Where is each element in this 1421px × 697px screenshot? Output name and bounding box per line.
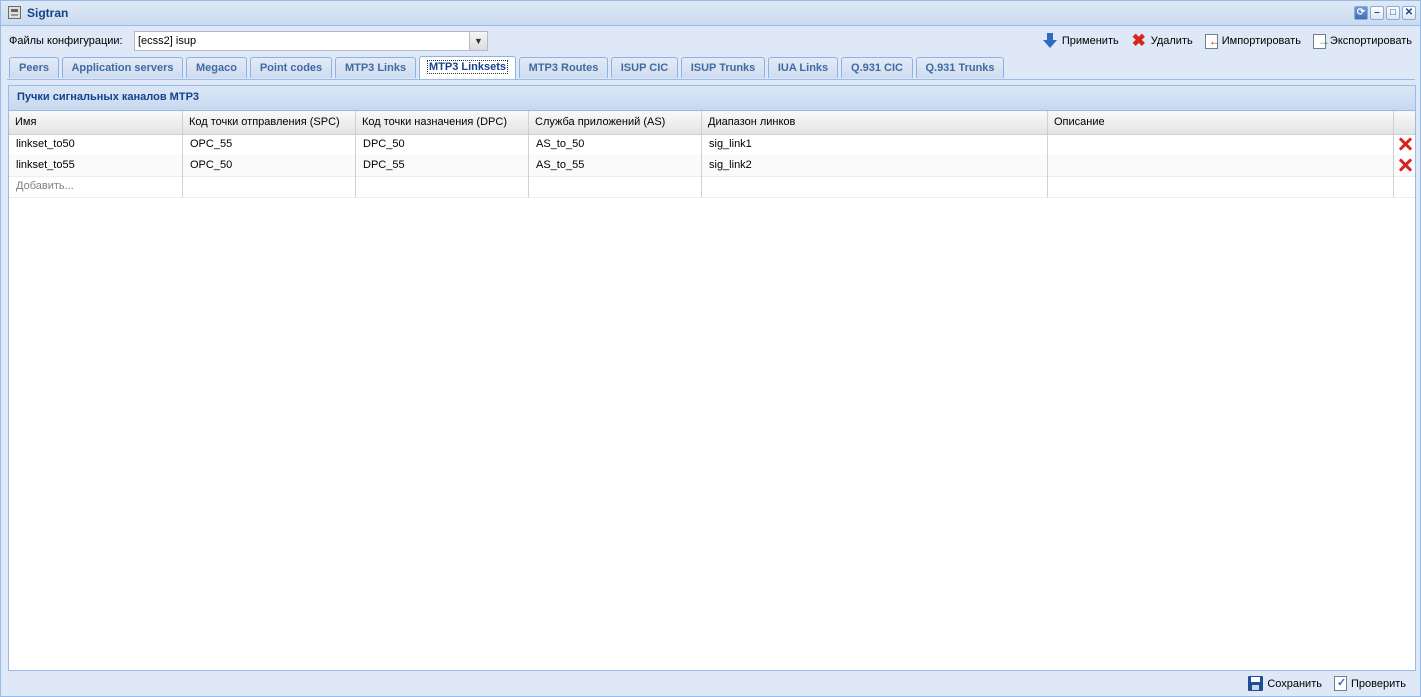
grid-header: Имя Код точки отправления (SPC) Код точк… <box>9 111 1415 135</box>
panel-title: Пучки сигнальных каналов MTP3 <box>17 91 200 103</box>
cell-as[interactable]: AS_to_55 <box>529 155 702 176</box>
cell-name[interactable]: linkset_to50 <box>9 134 183 155</box>
import-label: Импортировать <box>1221 35 1301 47</box>
toolbar-actions: Применить ✖ Удалить Импортировать Экспор… <box>1042 31 1412 50</box>
tab-isup-cic[interactable]: ISUP CIC <box>611 57 678 78</box>
save-button[interactable]: Сохранить <box>1248 676 1322 691</box>
app-icon <box>8 6 21 19</box>
sigtran-window: Sigtran ⟳ – □ ✕ Файлы конфигурации: [ecs… <box>0 0 1421 697</box>
cell-link-range[interactable]: sig_link2 <box>702 155 1048 176</box>
cell-dpc[interactable]: DPC_55 <box>356 155 529 176</box>
footer-toolbar: Сохранить Проверить <box>1 671 1420 696</box>
tab-mtp3-links[interactable]: MTP3 Links <box>335 57 416 78</box>
column-header-description[interactable]: Описание <box>1048 111 1394 134</box>
column-header-link-range[interactable]: Диапазон линков <box>702 111 1048 134</box>
import-icon <box>1204 33 1221 49</box>
cell-spc[interactable]: OPC_55 <box>183 134 356 155</box>
check-label: Проверить <box>1350 677 1406 690</box>
tab-q931-cic[interactable]: Q.931 CIC <box>841 57 913 78</box>
apply-button[interactable]: Применить <box>1042 33 1119 49</box>
panel-header: Пучки сигнальных каналов MTP3 <box>9 86 1415 111</box>
cell-as[interactable] <box>529 176 702 197</box>
export-label: Экспортировать <box>1329 35 1412 47</box>
import-button[interactable]: Импортировать <box>1204 33 1301 49</box>
floppy-icon <box>1248 676 1264 691</box>
red-x-icon: ✖ <box>1131 31 1146 50</box>
export-button[interactable]: Экспортировать <box>1312 33 1412 49</box>
add-row-placeholder[interactable]: Добавить... <box>9 176 183 197</box>
cell-spc[interactable] <box>183 176 356 197</box>
cell-dpc[interactable] <box>356 176 529 197</box>
cell-spc[interactable]: OPC_50 <box>183 155 356 176</box>
add-row[interactable]: Добавить... <box>9 176 1415 198</box>
tab-application-servers[interactable]: Application servers <box>62 57 183 78</box>
tab-iua-links[interactable]: IUA Links <box>768 57 838 78</box>
config-select[interactable]: [ecss2] isup ▼ <box>134 31 488 51</box>
cell-description[interactable] <box>1048 155 1394 176</box>
tab-strip: Peers Application servers Megaco Point c… <box>7 55 1415 80</box>
apply-label: Применить <box>1061 35 1119 47</box>
column-header-dpc[interactable]: Код точки назначения (DPC) <box>356 111 529 134</box>
window-title: Sigtran <box>27 6 69 20</box>
footer-actions: Сохранить Проверить <box>1248 676 1406 691</box>
title-bar: Sigtran ⟳ – □ ✕ <box>1 1 1420 26</box>
config-select-value: [ecss2] isup <box>138 35 197 47</box>
window-tools: ⟳ – □ ✕ <box>1354 6 1416 20</box>
tab-point-codes[interactable]: Point codes <box>250 57 332 78</box>
config-label: Файлы конфигурации: <box>9 35 123 47</box>
minimize-icon[interactable]: – <box>1370 6 1384 20</box>
cell-as[interactable]: AS_to_50 <box>529 134 702 155</box>
tab-mtp3-routes[interactable]: MTP3 Routes <box>519 57 608 78</box>
refresh-icon[interactable]: ⟳ <box>1354 6 1368 20</box>
close-icon[interactable]: ✕ <box>1402 6 1416 20</box>
arrow-down-icon <box>1042 33 1058 49</box>
check-doc-icon <box>1333 676 1347 691</box>
tab-q931-trunks[interactable]: Q.931 Trunks <box>916 57 1004 78</box>
row-delete-icon[interactable] <box>1397 157 1413 173</box>
cell-link-range[interactable]: sig_link1 <box>702 134 1048 155</box>
tab-megaco[interactable]: Megaco <box>186 57 247 78</box>
save-label: Сохранить <box>1267 677 1322 690</box>
tab-peers[interactable]: Peers <box>9 57 59 78</box>
cell-link-range[interactable] <box>702 176 1048 197</box>
tab-isup-trunks[interactable]: ISUP Trunks <box>681 57 765 78</box>
export-icon <box>1312 33 1330 49</box>
linksets-panel: Пучки сигнальных каналов MTP3 Имя Код то… <box>8 85 1416 671</box>
column-header-name[interactable]: Имя <box>9 111 183 134</box>
row-delete-icon[interactable] <box>1397 136 1413 152</box>
check-button[interactable]: Проверить <box>1333 676 1406 691</box>
column-header-as[interactable]: Служба приложений (AS) <box>529 111 702 134</box>
cell-dpc[interactable]: DPC_50 <box>356 134 529 155</box>
column-header-spc[interactable]: Код точки отправления (SPC) <box>183 111 356 134</box>
chevron-down-icon[interactable]: ▼ <box>469 32 487 50</box>
table-row[interactable]: linkset_to55 OPC_50 DPC_55 AS_to_55 sig_… <box>9 155 1415 177</box>
cell-description[interactable] <box>1048 134 1394 155</box>
cell-name[interactable]: linkset_to55 <box>9 155 183 176</box>
config-toolbar: Файлы конфигурации: [ecss2] isup ▼ Приме… <box>1 27 1420 55</box>
maximize-icon[interactable]: □ <box>1386 6 1400 20</box>
table-row[interactable]: linkset_to50 OPC_55 DPC_50 AS_to_50 sig_… <box>9 134 1415 156</box>
cell-description[interactable] <box>1048 176 1394 197</box>
delete-label: Удалить <box>1150 35 1193 47</box>
tab-mtp3-linksets[interactable]: MTP3 Linksets <box>419 56 516 79</box>
delete-button[interactable]: ✖ Удалить <box>1131 31 1193 50</box>
